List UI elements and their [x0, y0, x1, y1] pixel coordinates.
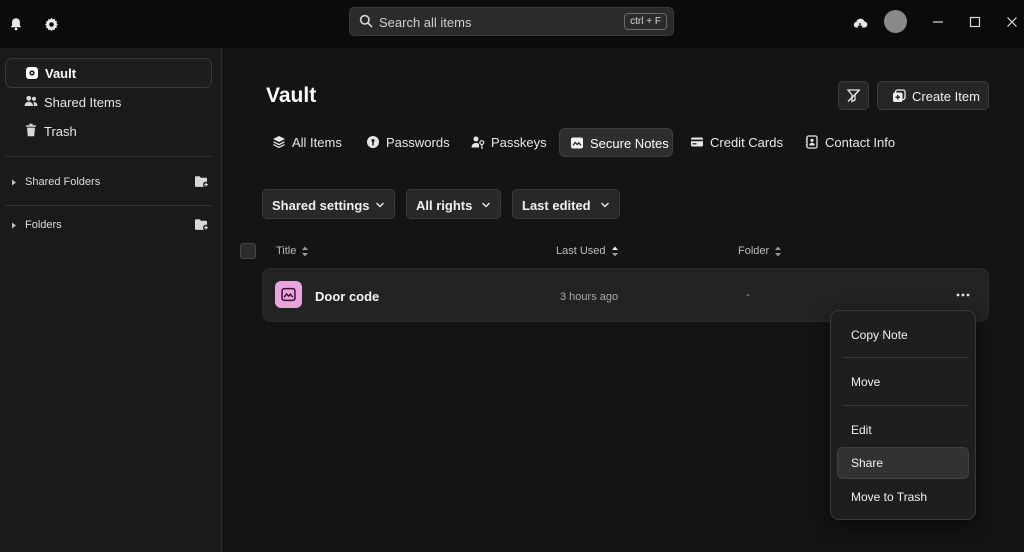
secure-note-icon	[275, 281, 302, 308]
chevron-down-icon	[600, 200, 610, 210]
item-title: Door code	[315, 289, 380, 304]
item-last-used: 3 hours ago	[560, 291, 619, 303]
context-menu: Copy Note Move Edit Share Move to Trash	[830, 310, 976, 520]
sort-icon	[774, 246, 782, 257]
search-icon	[359, 14, 373, 28]
group-label: Shared Folders	[25, 176, 101, 188]
column-header-title[interactable]: Title	[276, 245, 309, 257]
tab-all-items[interactable]: All Items	[262, 128, 357, 157]
tab-passkeys[interactable]: Passkeys	[461, 128, 555, 157]
group-label: Folders	[25, 219, 62, 231]
bell-icon[interactable]	[5, 13, 27, 35]
caret-right-icon[interactable]	[10, 178, 18, 187]
sidebar-item-label: Vault	[45, 65, 77, 81]
sidebar-divider	[5, 156, 212, 157]
search-input[interactable]: Search all items	[379, 15, 471, 30]
vault-icon	[25, 66, 39, 80]
tab-label: Passkeys	[491, 135, 547, 150]
add-folder-icon[interactable]	[194, 175, 209, 188]
column-header-label: Last Used	[556, 245, 606, 257]
add-item-icon	[892, 89, 906, 103]
shared-settings-dropdown[interactable]: Shared settings	[262, 189, 395, 219]
menu-item-move-to-trash[interactable]: Move to Trash	[837, 481, 969, 513]
menu-item-edit[interactable]: Edit	[837, 414, 969, 446]
create-item-label: Create Item	[912, 89, 980, 104]
menu-divider	[843, 357, 969, 358]
gear-icon[interactable]	[40, 13, 62, 35]
dropdown-label: All rights	[416, 198, 473, 213]
layers-icon	[272, 135, 286, 149]
trash-icon	[24, 123, 38, 137]
dropdown-label: Shared settings	[272, 198, 370, 213]
add-folder-icon[interactable]	[194, 218, 209, 231]
users-icon	[24, 94, 38, 108]
sort-icon	[611, 246, 619, 257]
sidebar: Vault Shared Items Trash Shared Folders …	[0, 48, 222, 552]
page-title: Vault	[266, 84, 317, 107]
column-header-last-used[interactable]: Last Used	[556, 245, 619, 257]
all-rights-dropdown[interactable]: All rights	[406, 189, 501, 219]
column-header-label: Title	[276, 245, 297, 257]
menu-item-share[interactable]: Share	[837, 447, 969, 479]
column-header-label: Folder	[738, 245, 770, 257]
tab-secure-notes[interactable]: Secure Notes	[559, 128, 673, 157]
passkey-icon	[471, 135, 485, 149]
menu-item-label: Move to Trash	[851, 490, 928, 504]
maximize-icon[interactable]	[967, 14, 983, 30]
create-item-button[interactable]: Create Item	[877, 81, 989, 110]
sidebar-group-folders[interactable]: Folders	[10, 216, 212, 236]
sidebar-item-label: Shared Items	[44, 94, 122, 110]
sync-status-icon[interactable]	[849, 13, 871, 35]
password-icon	[366, 135, 380, 149]
tab-label: Secure Notes	[590, 136, 669, 151]
tab-credit-cards[interactable]: Credit Cards	[680, 128, 788, 157]
search-bar[interactable]: Search all items ctrl + F	[349, 7, 674, 36]
tab-contact-info[interactable]: Contact Info	[795, 128, 903, 157]
sidebar-item-trash[interactable]: Trash	[5, 116, 212, 146]
chevron-down-icon	[481, 200, 491, 210]
search-shortcut-badge: ctrl + F	[624, 13, 667, 30]
caret-right-icon[interactable]	[10, 221, 18, 230]
chevron-down-icon	[375, 200, 385, 210]
sidebar-group-shared-folders[interactable]: Shared Folders	[10, 173, 212, 193]
sort-icon	[301, 246, 309, 257]
menu-divider	[843, 405, 969, 406]
menu-item-label: Copy Note	[851, 328, 908, 342]
close-icon[interactable]	[1004, 14, 1020, 30]
avatar[interactable]	[884, 10, 907, 33]
dropdown-label: Last edited	[522, 198, 591, 213]
title-bar: Search all items ctrl + F	[0, 0, 1024, 48]
sidebar-item-shared-items[interactable]: Shared Items	[5, 87, 212, 117]
tab-label: All Items	[292, 135, 342, 150]
last-edited-dropdown[interactable]: Last edited	[512, 189, 620, 219]
sidebar-divider	[5, 205, 212, 206]
clear-filters-button[interactable]	[838, 81, 869, 110]
tab-label: Credit Cards	[710, 135, 783, 150]
menu-item-label: Share	[851, 456, 884, 470]
contact-icon	[805, 135, 819, 149]
tab-passwords[interactable]: Passwords	[356, 128, 456, 157]
select-all-checkbox[interactable]	[240, 243, 256, 259]
minimize-icon[interactable]	[930, 14, 946, 30]
tab-label: Passwords	[386, 135, 450, 150]
card-icon	[690, 135, 704, 149]
menu-item-label: Move	[851, 375, 881, 389]
sidebar-item-vault[interactable]: Vault	[5, 58, 212, 88]
tab-label: Contact Info	[825, 135, 896, 150]
clear-filter-icon	[846, 88, 861, 103]
column-header-folder[interactable]: Folder	[738, 245, 782, 257]
item-folder: -	[746, 289, 750, 301]
more-options-icon[interactable]	[955, 288, 971, 302]
note-icon	[570, 136, 584, 150]
menu-item-copy-note[interactable]: Copy Note	[837, 319, 969, 351]
sidebar-item-label: Trash	[44, 123, 77, 139]
menu-item-label: Edit	[851, 423, 872, 437]
menu-item-move[interactable]: Move	[837, 366, 969, 398]
